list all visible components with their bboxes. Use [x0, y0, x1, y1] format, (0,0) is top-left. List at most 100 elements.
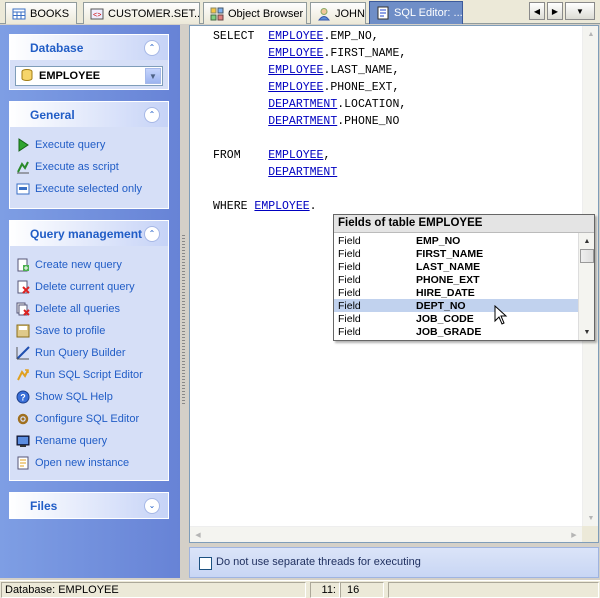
code-line[interactable]: DEPARTMENT: [213, 164, 406, 181]
code-line[interactable]: SELECT EMPLOYEE.EMP_NO,: [213, 28, 406, 45]
scroll-down-icon[interactable]: ▼: [579, 324, 595, 340]
autocomplete-item[interactable]: Field FIRST_NAME: [334, 247, 594, 260]
scrollbar-thumb[interactable]: [580, 249, 594, 263]
query-management-panel-title: Query management: [30, 226, 143, 241]
tab-customer-set[interactable]: <> CUSTOMER.SET...: [83, 2, 200, 24]
item-label: Run Query Builder: [35, 347, 126, 359]
field-name: JOB_CODE: [416, 312, 474, 325]
scroll-tabs-right-button[interactable]: ▶: [547, 2, 563, 20]
expand-icon[interactable]: ⌄: [144, 497, 160, 514]
play-icon: [16, 138, 30, 152]
item-kind: Field: [338, 260, 361, 273]
table-name-link[interactable]: EMPLOYEE: [268, 47, 323, 60]
configure-sql-editor-link[interactable]: Configure SQL Editor: [10, 408, 168, 430]
table-name-link[interactable]: DEPARTMENT: [268, 115, 337, 128]
script-editor-icon: [16, 368, 30, 382]
separate-threads-label[interactable]: Do not use separate threads for executin…: [216, 556, 421, 568]
files-panel-header[interactable]: Files ⌄: [10, 493, 168, 518]
procedure-icon: <>: [90, 7, 104, 21]
create-new-query-link[interactable]: Create new query: [10, 254, 168, 276]
execute-as-script-link[interactable]: Execute as script: [10, 156, 168, 178]
field-name: PHONE_EXT: [416, 273, 480, 286]
code-line[interactable]: DEPARTMENT.LOCATION,: [213, 96, 406, 113]
separate-threads-checkbox[interactable]: [199, 557, 212, 570]
scroll-up-icon[interactable]: ▲: [583, 26, 599, 42]
run-query-builder-link[interactable]: Run Query Builder: [10, 342, 168, 364]
scroll-tabs-left-button[interactable]: ◀: [529, 2, 545, 20]
execute-selected-only-link[interactable]: Execute selected only: [10, 178, 168, 200]
code-token: .LOCATION,: [337, 98, 407, 111]
run-sql-script-editor-link[interactable]: Run SQL Script Editor: [10, 364, 168, 386]
code-line[interactable]: [213, 130, 406, 147]
code-line[interactable]: [213, 181, 406, 198]
autocomplete-item[interactable]: Field JOB_GRADE: [334, 325, 594, 338]
item-kind: Field: [338, 273, 361, 286]
code-token: SELECT: [213, 30, 269, 43]
code-line[interactable]: EMPLOYEE.LAST_NAME,: [213, 62, 406, 79]
scroll-right-icon[interactable]: ▶: [566, 527, 582, 543]
code-token: .PHONE_EXT,: [323, 81, 400, 94]
tab-books[interactable]: BOOKS: [5, 2, 77, 24]
collapse-icon[interactable]: ⌃: [144, 106, 160, 123]
table-name-link[interactable]: DEPARTMENT: [268, 98, 337, 111]
delete-current-query-link[interactable]: Delete current query: [10, 276, 168, 298]
collapse-icon[interactable]: ⌃: [144, 39, 160, 56]
table-name-link[interactable]: EMPLOYEE: [268, 149, 323, 162]
autocomplete-scrollbar[interactable]: ▲ ▼: [578, 233, 594, 340]
table-name-link[interactable]: EMPLOYEE: [268, 81, 323, 94]
code-line[interactable]: EMPLOYEE.PHONE_EXT,: [213, 79, 406, 96]
status-database: Database: EMPLOYEE: [1, 582, 306, 598]
scroll-down-icon[interactable]: ▼: [583, 510, 599, 526]
code-line[interactable]: EMPLOYEE.FIRST_NAME,: [213, 45, 406, 62]
code-line[interactable]: DEPARTMENT.PHONE_NO: [213, 113, 406, 130]
tab-john[interactable]: JOHN: [310, 2, 366, 24]
collapse-icon[interactable]: ⌃: [144, 225, 160, 242]
scroll-up-icon[interactable]: ▲: [579, 233, 595, 249]
tab-label: SQL Editor: ...: [394, 7, 463, 19]
show-sql-help-link[interactable]: ? Show SQL Help: [10, 386, 168, 408]
pane-splitter[interactable]: [180, 25, 187, 578]
table-name-link[interactable]: DEPARTMENT: [268, 166, 337, 179]
tab-sql-editor[interactable]: SQL Editor: ...: [369, 1, 463, 24]
save-to-profile-link[interactable]: Save to profile: [10, 320, 168, 342]
database-panel: Database ⌃ EMPLOYEE ▼: [9, 34, 169, 90]
editor-horizontal-scrollbar[interactable]: ◀ ▶: [190, 526, 582, 542]
general-panel-title: General: [30, 107, 75, 122]
autocomplete-item[interactable]: Field JOB_CODE: [334, 312, 594, 325]
tab-object-browser[interactable]: Object Browser: [203, 2, 307, 24]
splitter-grip-icon[interactable]: [182, 235, 185, 405]
database-panel-title: Database: [30, 40, 84, 55]
database-select[interactable]: EMPLOYEE ▼: [15, 66, 163, 86]
autocomplete-item[interactable]: Field DEPT_NO: [334, 299, 594, 312]
autocomplete-item[interactable]: Field HIRE_DATE: [334, 286, 594, 299]
tab-label: JOHN: [335, 7, 365, 20]
sql-text[interactable]: SELECT EMPLOYEE.EMP_NO, EMPLOYEE.FIRST_N…: [213, 28, 406, 215]
delete-all-queries-link[interactable]: Delete all queries: [10, 298, 168, 320]
chevron-down-icon[interactable]: ▼: [145, 68, 161, 84]
autocomplete-item[interactable]: Field LAST_NAME: [334, 260, 594, 273]
general-panel-header[interactable]: General ⌃: [10, 102, 168, 127]
item-label: Save to profile: [35, 325, 106, 337]
table-name-link[interactable]: EMPLOYEE: [268, 64, 323, 77]
item-label: Show SQL Help: [35, 391, 113, 403]
item-kind: Field: [338, 325, 361, 338]
code-line[interactable]: FROM EMPLOYEE,: [213, 147, 406, 164]
table-name-link[interactable]: EMPLOYEE: [254, 200, 309, 213]
code-line[interactable]: WHERE EMPLOYEE.: [213, 198, 406, 215]
svg-text:<>: <>: [93, 12, 101, 20]
table-name-link[interactable]: EMPLOYEE: [268, 30, 323, 43]
tab-list-menu-button[interactable]: ▼: [565, 2, 595, 20]
arrow-left-icon: ◀: [533, 6, 541, 16]
rename-query-link[interactable]: Rename query: [10, 430, 168, 452]
query-management-panel-header[interactable]: Query management ⌃: [10, 221, 168, 246]
autocomplete-item[interactable]: Field PHONE_EXT: [334, 273, 594, 286]
code-token: .: [309, 200, 317, 213]
open-new-instance-link[interactable]: Open new instance: [10, 452, 168, 474]
scroll-left-icon[interactable]: ◀: [190, 527, 206, 543]
execute-query-link[interactable]: Execute query: [10, 134, 168, 156]
autocomplete-item[interactable]: Field EMP_NO: [334, 234, 594, 247]
database-panel-header[interactable]: Database ⌃: [10, 35, 168, 60]
